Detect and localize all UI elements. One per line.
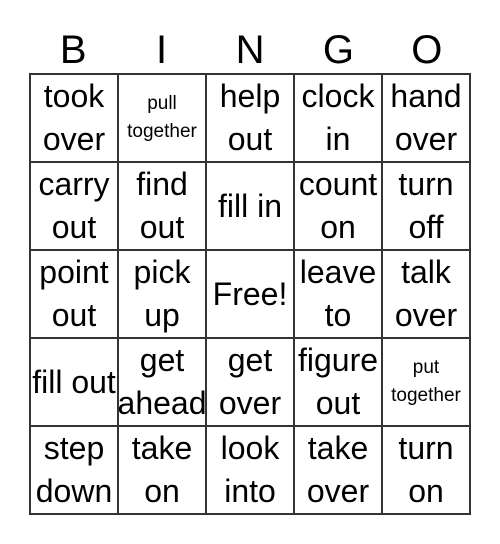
bingo-cell[interactable]: turn on bbox=[382, 426, 470, 514]
header-letter-b: B bbox=[59, 28, 87, 72]
bingo-cell[interactable]: talk over bbox=[382, 250, 470, 338]
bingo-cell[interactable]: take over bbox=[294, 426, 382, 514]
bingo-cell[interactable]: help out bbox=[206, 74, 294, 162]
bingo-cell[interactable]: count on bbox=[294, 162, 382, 250]
cell-text: talk over bbox=[394, 254, 458, 333]
bingo-cell[interactable]: find out bbox=[118, 162, 206, 250]
bingo-cell[interactable]: pull together bbox=[118, 74, 206, 162]
cell-text: count on bbox=[298, 166, 378, 245]
cell-text: look into bbox=[220, 430, 280, 509]
cell-text: clock in bbox=[301, 78, 375, 157]
cell-text: pull together bbox=[127, 93, 197, 142]
bingo-cell[interactable]: figure out bbox=[294, 338, 382, 426]
cell-text: find out bbox=[136, 166, 188, 245]
bingo-cell[interactable]: hand over bbox=[382, 74, 470, 162]
bingo-cell[interactable]: look into bbox=[206, 426, 294, 514]
cell-text: turn off bbox=[398, 166, 454, 245]
bingo-cell[interactable]: fill out bbox=[30, 338, 118, 426]
cell-text: point out bbox=[39, 254, 109, 333]
cell-text: get ahead bbox=[118, 342, 206, 421]
header-letter-o: O bbox=[411, 28, 443, 72]
cell-text: take over bbox=[306, 430, 370, 509]
bingo-cell[interactable]: leave to bbox=[294, 250, 382, 338]
bingo-cell[interactable]: pick up bbox=[118, 250, 206, 338]
bingo-cell[interactable]: took over bbox=[30, 74, 118, 162]
header-letter-n: N bbox=[235, 28, 265, 72]
bingo-cell[interactable]: carry out bbox=[30, 162, 118, 250]
cell-text: get over bbox=[218, 342, 282, 421]
bingo-cell[interactable]: clock in bbox=[294, 74, 382, 162]
cell-text: pick up bbox=[133, 254, 191, 333]
cell-text: fill out bbox=[32, 363, 116, 400]
cell-text: hand over bbox=[390, 78, 462, 157]
cell-text: leave to bbox=[299, 254, 377, 333]
bingo-header: BINGO bbox=[29, 28, 471, 73]
cell-text: take on bbox=[131, 430, 193, 509]
cell-text: put together bbox=[391, 357, 461, 406]
bingo-cell[interactable]: get ahead bbox=[118, 338, 206, 426]
bingo-cell[interactable]: get over bbox=[206, 338, 294, 426]
cell-text: turn on bbox=[398, 430, 454, 509]
cell-text: step down bbox=[35, 430, 113, 509]
bingo-cell[interactable]: turn off bbox=[382, 162, 470, 250]
bingo-cell[interactable]: put together bbox=[382, 338, 470, 426]
cell-text: took over bbox=[42, 78, 106, 157]
bingo-cell[interactable]: fill in bbox=[206, 162, 294, 250]
bingo-cell[interactable]: step down bbox=[30, 426, 118, 514]
bingo-cell[interactable]: take on bbox=[118, 426, 206, 514]
cell-text: Free! bbox=[212, 275, 288, 312]
bingo-cell[interactable]: point out bbox=[30, 250, 118, 338]
header-letter-i: I bbox=[156, 28, 168, 72]
bingo-grid: took over pull together help out clock in ha… bbox=[29, 73, 471, 515]
cell-text: fill in bbox=[217, 187, 282, 224]
cell-text: figure out bbox=[297, 342, 379, 421]
cell-text: help out bbox=[219, 78, 281, 157]
cell-text: carry out bbox=[38, 166, 110, 245]
header-letter-g: G bbox=[322, 28, 354, 72]
free-space-cell[interactable]: Free! bbox=[206, 250, 294, 338]
